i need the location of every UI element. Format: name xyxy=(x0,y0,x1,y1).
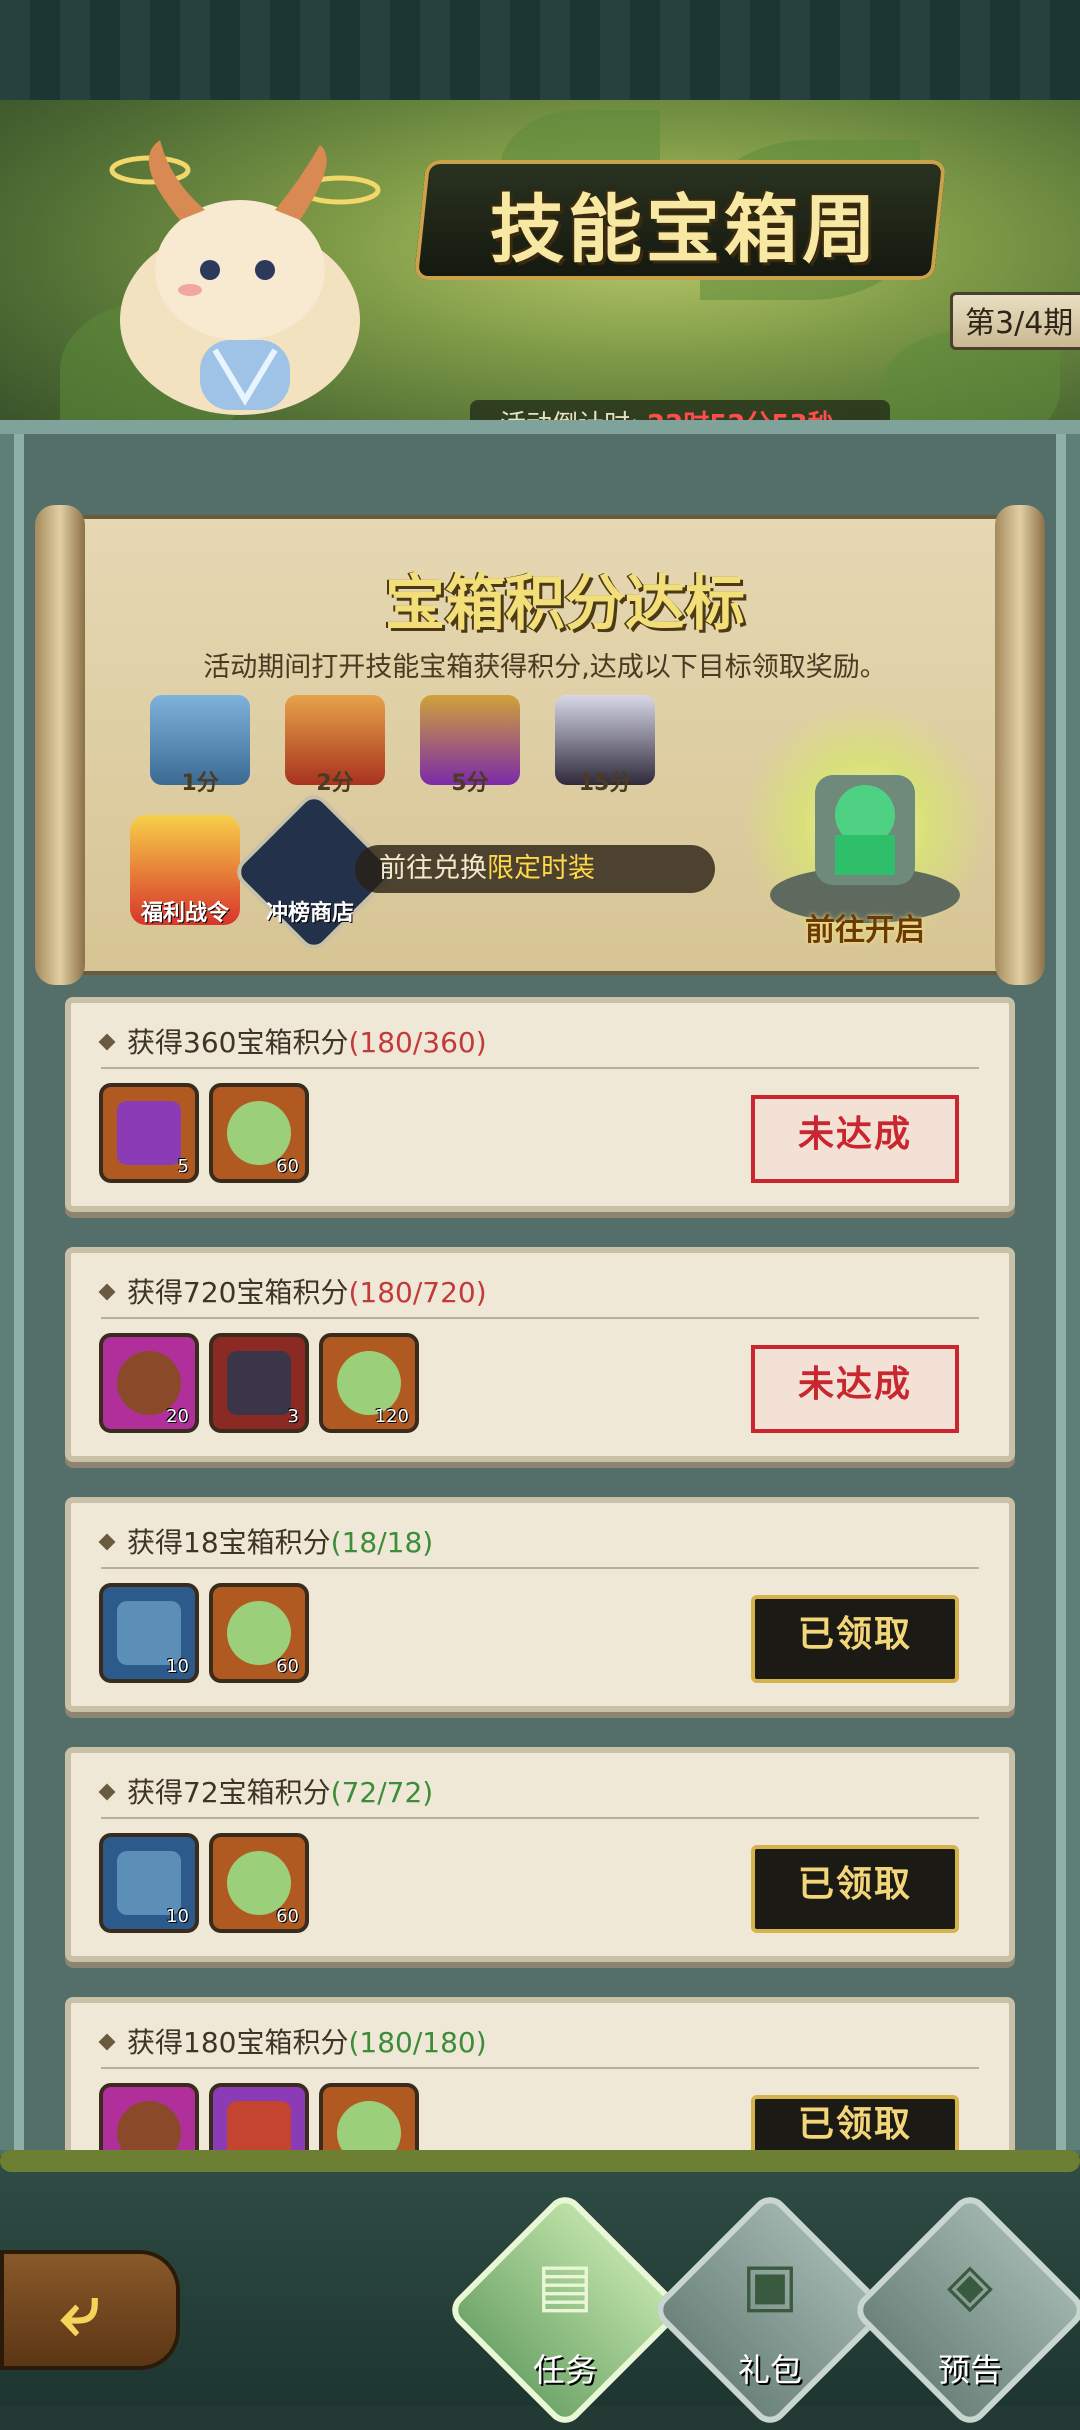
diamond-icon xyxy=(98,1283,116,1301)
item-count: 60 xyxy=(276,1156,299,1177)
status-text: 已领取 xyxy=(797,1614,912,1655)
task-card: 获得72宝箱积分(72/72) 10 60 已领取 xyxy=(65,1747,1015,1962)
task-card: 获得720宝箱积分(180/720) 20 3 120 未达成 xyxy=(65,1247,1015,1462)
chest-points-label: 1分 xyxy=(181,771,219,796)
status-text: 未达成 xyxy=(797,1364,912,1405)
task-card: 获得18宝箱积分(18/18) 10 60 已领取 xyxy=(65,1497,1015,1712)
status-text: 已领取 xyxy=(797,1864,912,1905)
diamond-icon xyxy=(98,1783,116,1801)
ranking-shop-label[interactable]: 冲榜商店 xyxy=(245,895,375,927)
info-scroll-panel: 宝箱积分达标 活动期间打开技能宝箱获得积分,达成以下目标领取奖励。 1分 2分 … xyxy=(35,505,1045,985)
rainbow-orb-icon[interactable]: 60 xyxy=(209,1583,309,1683)
mascot-creature-icon xyxy=(109,140,381,415)
divider xyxy=(101,1317,979,1319)
tab-task-label[interactable]: 任务 xyxy=(480,2345,650,2391)
divider xyxy=(101,2067,979,2069)
item-count: 20 xyxy=(166,1406,189,1427)
status-text: 已领取 xyxy=(797,2104,912,2145)
task-title: 获得72宝箱积分(72/72) xyxy=(98,1771,434,1811)
tab-preview-label[interactable]: 预告 xyxy=(885,2345,1055,2391)
divider xyxy=(101,1817,979,1819)
item-count: 60 xyxy=(276,1656,299,1677)
back-button[interactable]: ⤶ xyxy=(0,2250,180,2370)
chest-points-label: 5分 xyxy=(451,771,489,796)
task-progress: (18/18) xyxy=(330,1526,434,1559)
dark-silver-chest-icon[interactable]: 3 xyxy=(209,1333,309,1433)
purple-chest-icon[interactable]: 5 xyxy=(99,1083,199,1183)
item-count: 120 xyxy=(374,1406,409,1427)
divider xyxy=(101,1067,979,1069)
event-banner: 技能宝箱周 第3/4期 活动倒计时: 22时52分53秒 xyxy=(0,100,1080,470)
status-claimed-badge: 已领取 xyxy=(751,1845,959,1933)
status-not-reached-badge: 未达成 xyxy=(751,1345,959,1433)
item-count: 5 xyxy=(177,1156,189,1177)
exchange-highlight: 限定时装 xyxy=(487,853,595,884)
gift-icon: ▣ xyxy=(741,2250,799,2320)
status-claimed-badge: 已领取 xyxy=(751,1595,959,1683)
task-title-text: 获得360宝箱积分 xyxy=(127,1026,349,1059)
egg-icon[interactable]: 20 xyxy=(99,1333,199,1433)
task-title: 获得180宝箱积分(180/180) xyxy=(98,2021,487,2061)
event-title: 技能宝箱周 xyxy=(490,187,880,273)
item-count: 3 xyxy=(287,1406,299,1427)
rainbow-orb-icon[interactable]: 120 xyxy=(319,1333,419,1433)
task-progress: (180/360) xyxy=(348,1026,487,1059)
task-title: 获得720宝箱积分(180/720) xyxy=(98,1271,487,1311)
task-title-text: 获得720宝箱积分 xyxy=(127,1276,349,1309)
goto-open-label[interactable]: 前往开启 xyxy=(745,905,985,949)
preview-icon: ◈ xyxy=(946,2250,994,2320)
diamond-icon xyxy=(98,1533,116,1551)
status-not-reached-badge: 未达成 xyxy=(751,1095,959,1183)
panel-description: 活动期间打开技能宝箱获得积分,达成以下目标领取奖励。 xyxy=(203,652,887,683)
task-title-text: 获得180宝箱积分 xyxy=(127,2026,349,2059)
status-text: 未达成 xyxy=(797,1114,912,1155)
item-count: 10 xyxy=(166,1656,189,1677)
top-ornament-bar xyxy=(0,0,1080,104)
diamond-icon xyxy=(98,1033,116,1051)
exchange-banner[interactable]: 前往兑换限定时装 xyxy=(355,845,715,893)
task-title: 获得360宝箱积分(180/360) xyxy=(98,1021,487,1061)
task-progress: (72/72) xyxy=(330,1776,434,1809)
period-tag: 第3/4期 xyxy=(950,292,1080,350)
chest-points-label: 2分 xyxy=(316,771,354,796)
item-count: 10 xyxy=(166,1906,189,1927)
rainbow-orb-icon[interactable]: 60 xyxy=(209,1833,309,1933)
panel-title: 宝箱积分达标 xyxy=(385,569,745,639)
vine-decoration xyxy=(0,2150,1080,2172)
item-count: 60 xyxy=(276,1906,299,1927)
blue-chest-icon[interactable]: 10 xyxy=(99,1833,199,1933)
task-title-text: 获得18宝箱积分 xyxy=(127,1526,331,1559)
divider xyxy=(101,1567,979,1569)
task-title-text: 获得72宝箱积分 xyxy=(127,1776,331,1809)
exchange-text: 前往兑换 xyxy=(379,853,487,884)
chest-points-label: 15分 xyxy=(578,771,632,796)
rainbow-orb-icon[interactable]: 60 xyxy=(209,1083,309,1183)
task-card: 获得360宝箱积分(180/360) 5 60 未达成 xyxy=(65,997,1015,1212)
welfare-pass-label[interactable]: 福利战令 xyxy=(120,895,250,927)
diamond-icon xyxy=(98,2033,116,2051)
blue-chest-icon[interactable]: 10 xyxy=(99,1583,199,1683)
back-arrow-icon: ⤶ xyxy=(60,2269,100,2351)
task-icon: ▤ xyxy=(536,2250,594,2320)
tab-gift-label[interactable]: 礼包 xyxy=(685,2345,855,2391)
task-title: 获得18宝箱积分(18/18) xyxy=(98,1521,434,1561)
task-progress: (180/720) xyxy=(348,1276,487,1309)
task-progress: (180/180) xyxy=(348,2026,487,2059)
task-card: 获得180宝箱积分(180/180) 已领取 xyxy=(65,1997,1015,2183)
